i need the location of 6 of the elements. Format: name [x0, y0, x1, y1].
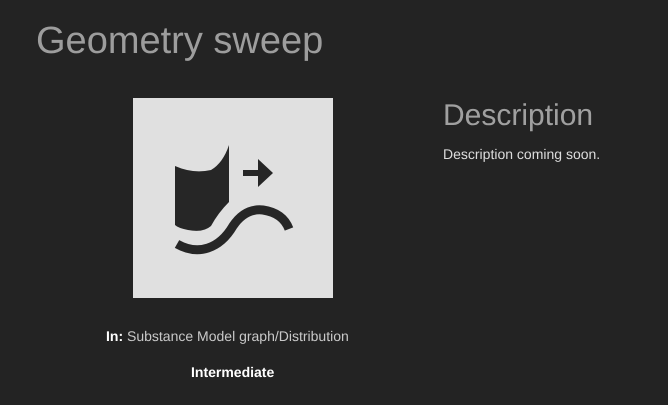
page-title: Geometry sweep [36, 19, 324, 64]
description-heading: Description [443, 98, 594, 134]
category-path: In: Substance Model graph/Distribution [106, 328, 349, 344]
difficulty-level: Intermediate [191, 364, 274, 380]
sweep-icon [174, 145, 294, 254]
description-text: Description coming soon. [443, 146, 600, 162]
